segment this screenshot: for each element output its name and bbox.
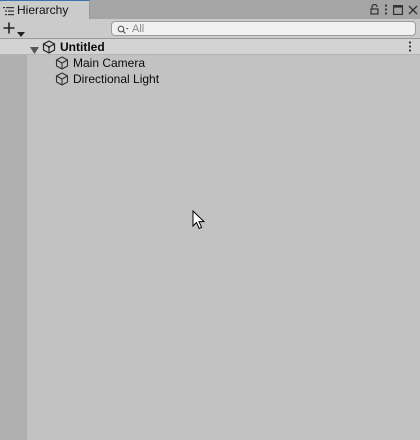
scene-name: Untitled — [60, 40, 105, 54]
search-input[interactable] — [132, 22, 402, 35]
hierarchy-item-label: Directional Light — [73, 72, 160, 86]
hierarchy-item-label: Main Camera — [73, 56, 146, 70]
create-button[interactable] — [1, 20, 29, 37]
hierarchy-item-directional-light[interactable]: Directional Light — [0, 71, 420, 87]
hierarchy-list-icon — [3, 5, 14, 19]
lock-icon[interactable] — [370, 3, 379, 15]
more-vertical-icon[interactable] — [384, 4, 388, 15]
plus-icon — [3, 22, 15, 37]
hierarchy-gutter — [0, 39, 27, 440]
caret-down-icon — [17, 26, 25, 40]
search-field[interactable] — [111, 21, 416, 36]
close-icon[interactable] — [408, 5, 418, 15]
cube-icon — [55, 72, 69, 89]
hierarchy-item-main-camera[interactable]: Main Camera — [0, 55, 420, 71]
window-controls — [370, 1, 418, 18]
window-tab-bar: Hierarchy — [0, 0, 420, 19]
scene-menu-icon[interactable] — [408, 41, 412, 55]
maximize-icon[interactable] — [393, 4, 404, 15]
tab-title: Hierarchy — [17, 3, 69, 17]
mouse-cursor-icon — [192, 209, 206, 233]
scene-header[interactable]: Untitled — [0, 39, 420, 55]
search-icon — [117, 24, 129, 38]
tab-hierarchy[interactable]: Hierarchy — [0, 0, 90, 19]
hierarchy-toolbar — [0, 19, 420, 39]
